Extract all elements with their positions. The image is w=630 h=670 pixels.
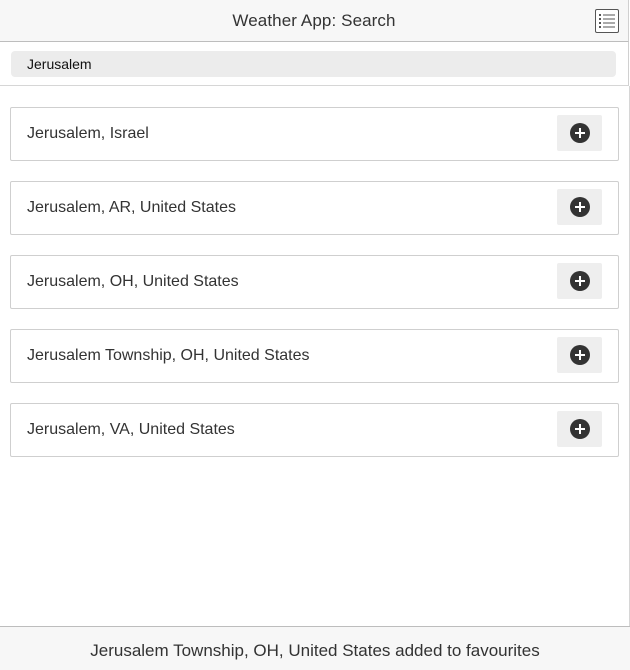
app-header: Weather App: Search xyxy=(0,0,629,42)
plus-circle-icon xyxy=(570,123,590,143)
plus-circle-icon xyxy=(570,271,590,291)
result-label: Jerusalem, VA, United States xyxy=(27,421,235,438)
search-results-list: Jerusalem, Israel Jerusalem, AR, United … xyxy=(10,107,619,477)
status-toast: Jerusalem Township, OH, United States ad… xyxy=(0,626,630,670)
plus-circle-icon xyxy=(570,197,590,217)
plus-circle-icon xyxy=(570,419,590,439)
status-message: Jerusalem Township, OH, United States ad… xyxy=(90,641,540,660)
list-icon xyxy=(599,14,615,28)
result-label: Jerusalem, Israel xyxy=(27,125,149,142)
page-title: Weather App: Search xyxy=(232,11,396,30)
search-bar xyxy=(0,42,629,86)
add-favourite-button[interactable] xyxy=(557,411,602,447)
add-favourite-button[interactable] xyxy=(557,263,602,299)
result-label: Jerusalem, AR, United States xyxy=(27,199,236,216)
add-favourite-button[interactable] xyxy=(557,115,602,151)
result-row[interactable]: Jerusalem, OH, United States xyxy=(10,255,619,309)
result-label: Jerusalem, OH, United States xyxy=(27,273,239,290)
add-favourite-button[interactable] xyxy=(557,337,602,373)
result-row[interactable]: Jerusalem, VA, United States xyxy=(10,403,619,457)
result-row[interactable]: Jerusalem Township, OH, United States xyxy=(10,329,619,383)
search-input[interactable] xyxy=(11,51,616,77)
result-row[interactable]: Jerusalem, Israel xyxy=(10,107,619,161)
favourites-menu-button[interactable] xyxy=(595,9,619,33)
add-favourite-button[interactable] xyxy=(557,189,602,225)
result-label: Jerusalem Township, OH, United States xyxy=(27,347,310,364)
result-row[interactable]: Jerusalem, AR, United States xyxy=(10,181,619,235)
weather-app: Weather App: Search Jerusalem, Israe xyxy=(0,0,630,670)
plus-circle-icon xyxy=(570,345,590,365)
